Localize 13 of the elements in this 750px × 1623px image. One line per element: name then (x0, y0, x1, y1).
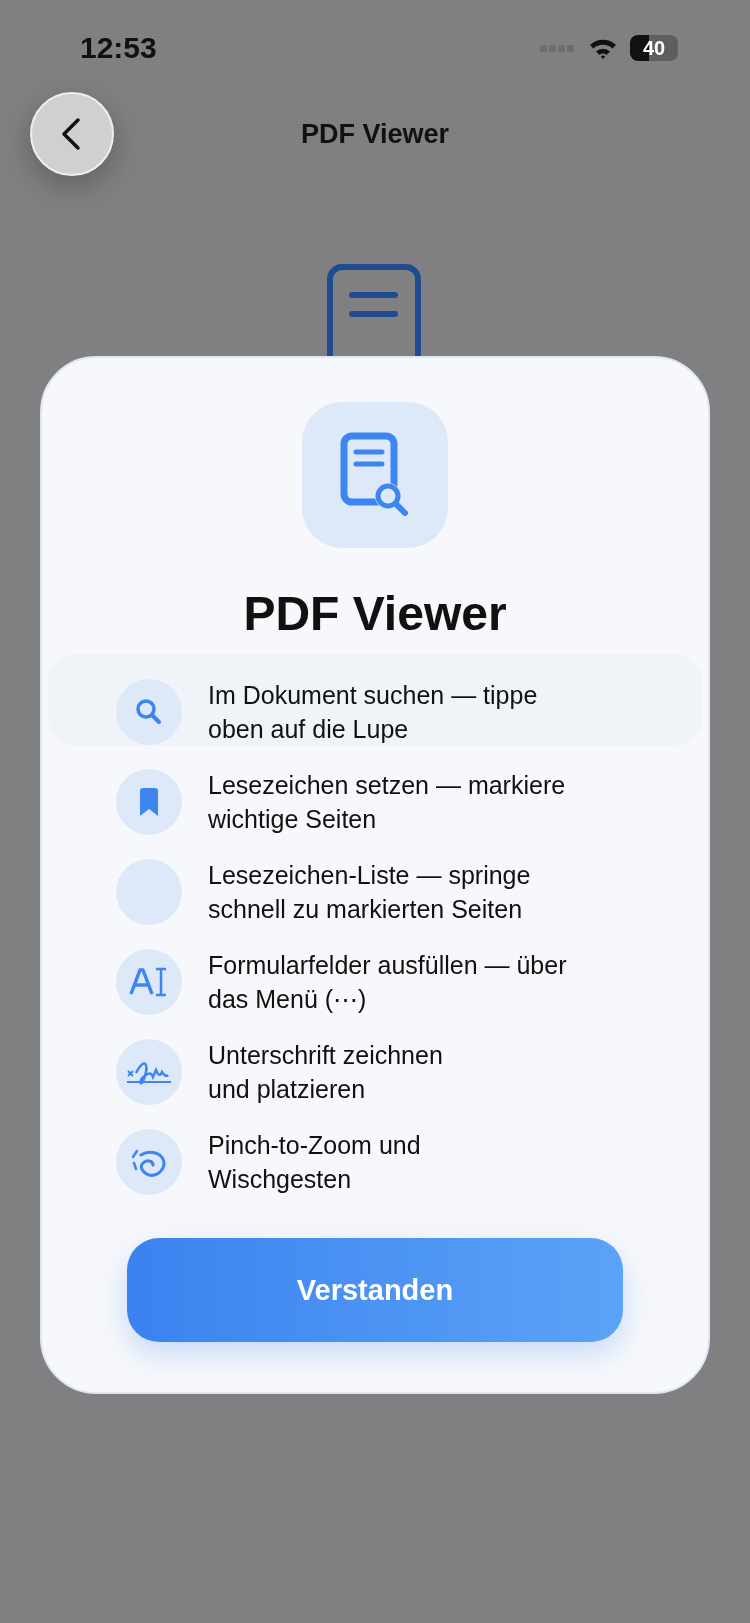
feature-text: Lesezeichen setzen — markiere wichtige Seiten (208, 770, 567, 835)
battery-indicator: 40 (630, 35, 678, 61)
app-icon (302, 402, 448, 548)
feature-text: Im Dokument suchen — tippe oben auf die Lupe (208, 680, 539, 745)
wifi-icon (588, 37, 618, 59)
feature-text: Pinch-to-Zoom und Wischgesten (208, 1130, 422, 1195)
feature-text: Lesezeichen-Liste — springe schnell zu markierten Seiten (208, 860, 532, 925)
dialog-title: PDF Viewer (243, 586, 507, 642)
status-time: 12:53 (80, 31, 157, 65)
feature-text: Formularfelder ausfüllen — über das Menü (⋯) (208, 950, 568, 1015)
feature-text: Unterschrift zeichnen und platzieren (208, 1040, 444, 1105)
confirm-button[interactable]: Verstanden (127, 1238, 623, 1342)
nav-title: PDF Viewer (300, 118, 450, 150)
